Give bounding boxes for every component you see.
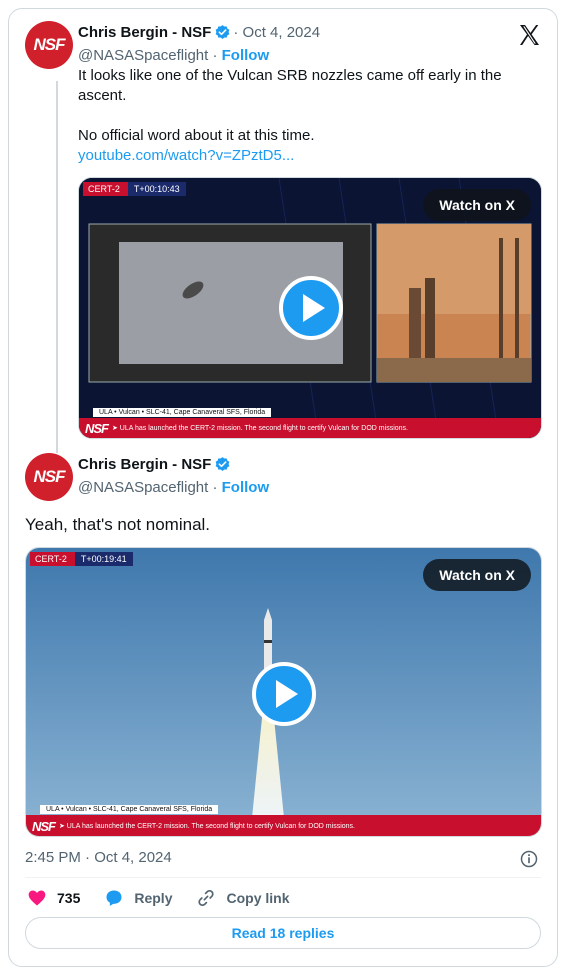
mission-clock: T+00:10:43 bbox=[127, 182, 186, 196]
copy-link-button[interactable]: Copy link bbox=[196, 888, 290, 908]
tweet-card: NSF Chris Bergin - NSF · Oct 4, 2024 @NA… bbox=[8, 8, 558, 967]
video-player[interactable]: CERT-2 T+00:19:41 Watch on X ULA • Vulca… bbox=[25, 547, 542, 837]
reply-button[interactable]: Reply bbox=[104, 888, 172, 908]
play-button[interactable] bbox=[252, 662, 316, 726]
author-row: Chris Bergin - NSF · Oct 4, 2024 bbox=[78, 24, 320, 41]
copy-link-label: Copy link bbox=[226, 890, 290, 906]
separator: · bbox=[208, 47, 222, 64]
tweet-text: Yeah, that's not nominal. bbox=[25, 515, 211, 534]
follow-button[interactable]: Follow bbox=[222, 47, 270, 64]
author-row: Chris Bergin - NSF bbox=[78, 456, 231, 473]
verified-badge-icon bbox=[215, 25, 230, 39]
like-button[interactable]: 735 bbox=[27, 888, 80, 908]
ticker-text: ➤ ULA has launched the CERT-2 mission. T… bbox=[59, 823, 355, 830]
post-timestamp[interactable]: 2:45 PM · Oct 4, 2024 bbox=[25, 849, 172, 866]
separator: · bbox=[208, 479, 222, 496]
location-ticker: ULA • Vulcan • SLC-41, Cape Canaveral SF… bbox=[93, 408, 272, 417]
author-name[interactable]: Chris Bergin - NSF bbox=[78, 456, 211, 473]
action-bar: 735 Reply Copy link bbox=[27, 888, 314, 908]
location-ticker: ULA • Vulcan • SLC-41, Cape Canaveral SF… bbox=[40, 805, 219, 814]
x-logo-icon[interactable] bbox=[517, 23, 541, 47]
reply-label: Reply bbox=[134, 890, 173, 906]
tweet-text: It looks like one of the Vulcan SRB nozz… bbox=[78, 66, 518, 166]
avatar[interactable]: NSF bbox=[25, 21, 73, 69]
handle-row: @NASASpaceflight · Follow bbox=[78, 479, 269, 496]
link-icon bbox=[198, 889, 215, 907]
author-handle[interactable]: @NASASpaceflight bbox=[78, 479, 208, 496]
tweet-text-line: It looks like one of the Vulcan SRB nozz… bbox=[78, 67, 502, 104]
author-name[interactable]: Chris Bergin - NSF bbox=[78, 24, 211, 41]
play-icon bbox=[276, 680, 298, 708]
watch-on-x-button[interactable]: Watch on X bbox=[423, 189, 531, 221]
nsf-logo: NSF bbox=[33, 35, 66, 54]
author-handle[interactable]: @NASASpaceflight bbox=[78, 47, 208, 64]
news-ticker: NSF ➤ ULA has launched the CERT-2 missio… bbox=[26, 815, 541, 836]
follow-button[interactable]: Follow bbox=[222, 479, 270, 496]
verified-badge-icon bbox=[215, 457, 230, 471]
watch-on-x-button[interactable]: Watch on X bbox=[423, 559, 531, 591]
mission-label: CERT-2 bbox=[83, 182, 128, 196]
heart-icon bbox=[28, 890, 46, 906]
divider bbox=[25, 877, 541, 878]
mission-clock: T+00:19:41 bbox=[74, 552, 133, 566]
nsf-ticker-logo: NSF bbox=[85, 420, 109, 436]
read-replies-button[interactable]: Read 18 replies bbox=[25, 917, 541, 949]
hud-overlay: CERT-2 T+00:19:41 bbox=[30, 552, 133, 566]
nsf-ticker-logo: NSF bbox=[32, 818, 56, 834]
like-count: 735 bbox=[57, 890, 81, 906]
news-ticker: NSF ➤ ULA has launched the CERT-2 missio… bbox=[79, 418, 541, 438]
thread-connector bbox=[56, 81, 58, 453]
info-icon[interactable] bbox=[519, 849, 539, 869]
tweet-link[interactable]: youtube.com/watch?v=ZPztD5... bbox=[78, 146, 518, 166]
handle-row: @NASASpaceflight · Follow bbox=[78, 47, 269, 64]
video-player[interactable]: CERT-2 T+00:10:43 Watch on X ULA • Vulca… bbox=[78, 177, 542, 439]
tweet-text-line: No official word about it at this time. bbox=[78, 127, 315, 144]
avatar[interactable]: NSF bbox=[25, 453, 73, 501]
mission-label: CERT-2 bbox=[30, 552, 75, 566]
reply-bubble-icon bbox=[106, 890, 122, 906]
play-icon bbox=[303, 294, 325, 322]
post-date[interactable]: · Oct 4, 2024 bbox=[233, 24, 320, 41]
nsf-logo: NSF bbox=[33, 467, 66, 486]
hud-overlay: CERT-2 T+00:10:43 bbox=[83, 182, 186, 196]
ticker-text: ➤ ULA has launched the CERT-2 mission. T… bbox=[112, 425, 408, 432]
play-button[interactable] bbox=[279, 276, 343, 340]
